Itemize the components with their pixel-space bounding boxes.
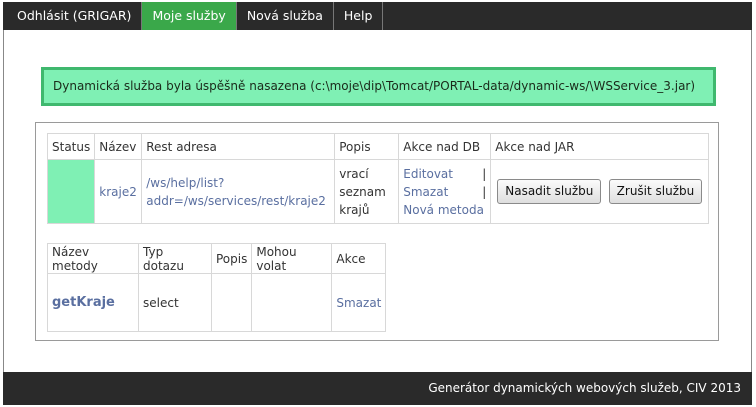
services-table-header: Status Název Rest adresa Popis Akce nad … — [46, 133, 710, 160]
nav-new-service[interactable]: Nová služba — [237, 2, 334, 30]
table-row: getKraje select Smazat — [47, 273, 387, 332]
table-row: kraje2 /ws/help/list? addr=/ws/services/r… — [46, 159, 710, 224]
col-method-desc: Popis — [210, 243, 253, 274]
col-method-name: Název metody — [47, 243, 139, 274]
col-jar-actions: Akce nad JAR — [490, 133, 710, 160]
nav-help[interactable]: Help — [334, 2, 384, 30]
status-indicator — [46, 159, 96, 224]
description-cell: vrací seznam krajů — [334, 159, 400, 224]
col-desc: Popis — [334, 133, 400, 160]
method-name-cell: getKraje — [47, 273, 139, 332]
nav-my-services[interactable]: Moje služby — [142, 2, 237, 30]
jar-actions-cell: Nasadit službu Zrušit službu — [490, 159, 710, 224]
edit-link[interactable]: Editovat — [403, 165, 453, 183]
delete-service-link[interactable]: Smazat — [403, 183, 448, 201]
delete-method-link[interactable]: Smazat — [336, 296, 381, 310]
top-navbar: Odhlásit (GRIGAR) Moje služby Nová služb… — [3, 2, 752, 30]
separator: | — [482, 166, 487, 181]
methods-table: Název metody Typ dotazu Popis Mohou vola… — [47, 243, 387, 332]
method-name-link[interactable]: getKraje — [52, 295, 115, 310]
separator: | — [482, 184, 487, 199]
col-rest: Rest adresa — [141, 133, 336, 160]
cancel-service-button[interactable]: Zrušit službu — [608, 179, 703, 204]
nav-logout[interactable]: Odhlásit (GRIGAR) — [3, 2, 143, 30]
rest-address-link[interactable]: /ws/help/list? addr=/ws/services/rest/kra… — [146, 176, 326, 208]
callers-cell — [251, 273, 333, 332]
col-method-actions: Akce — [331, 243, 387, 274]
col-callers: Mohou volat — [251, 243, 333, 274]
services-panel: Status Název Rest adresa Popis Akce nad … — [35, 122, 719, 341]
col-query-type: Typ dotazu — [138, 243, 212, 274]
services-table: Status Název Rest adresa Popis Akce nad … — [46, 133, 710, 224]
col-name: Název — [94, 133, 143, 160]
new-method-link[interactable]: Nová metoda — [403, 203, 484, 217]
rest-address-cell: /ws/help/list? addr=/ws/services/rest/kra… — [141, 159, 336, 224]
methods-table-header: Název metody Typ dotazu Popis Mohou vola… — [47, 243, 387, 274]
col-db-actions: Akce nad DB — [398, 133, 492, 160]
footer: Generátor dynamických webových služeb, C… — [3, 372, 752, 405]
service-name-cell: kraje2 — [94, 159, 143, 224]
method-actions-cell: Smazat — [331, 273, 387, 332]
db-actions-cell: Editovat | Smazat | Nová metoda — [398, 159, 492, 224]
col-status: Status — [46, 133, 96, 160]
service-name-link[interactable]: kraje2 — [99, 185, 137, 199]
query-type-cell: select — [138, 273, 212, 332]
method-desc-cell — [210, 273, 253, 332]
deploy-service-button[interactable]: Nasadit službu — [497, 179, 602, 204]
success-alert: Dynamická služba byla úspěšně nasazena (… — [41, 67, 716, 106]
